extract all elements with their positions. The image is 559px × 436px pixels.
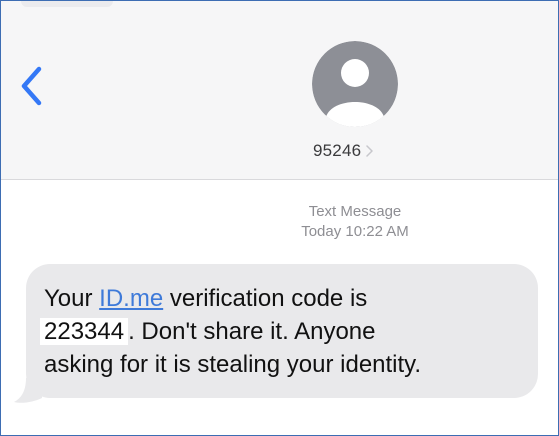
- contact-avatar[interactable]: [312, 41, 398, 127]
- message-after-code: . Don't share it. Anyone: [128, 318, 376, 345]
- person-avatar-icon: [312, 41, 398, 127]
- back-button[interactable]: [15, 61, 49, 111]
- message-after-link: verification code is: [163, 285, 368, 312]
- verification-code[interactable]: 223344: [40, 318, 129, 345]
- conversation-header: 95246: [1, 1, 558, 180]
- message-line-2: 223344. Don't share it. Anyone: [40, 315, 532, 348]
- message-meta: Text Message Today 10:22 AM: [255, 202, 455, 242]
- message-line-3: asking for it is stealing your identity.: [44, 351, 422, 378]
- message-prefix: Your: [44, 285, 100, 312]
- chevron-right-icon: [366, 145, 374, 157]
- service-label: Text Message: [308, 203, 402, 220]
- contact-number: 95246: [313, 141, 362, 160]
- message-text: Your ID.me verification code is 223344. …: [40, 282, 532, 381]
- contact-details-button[interactable]: 95246: [313, 140, 403, 162]
- status-bar-remnant: [21, 1, 113, 7]
- chevron-left-icon: [21, 66, 42, 106]
- message-timestamp: Today 10:22 AM: [301, 223, 409, 240]
- idme-link[interactable]: ID.me: [99, 285, 163, 312]
- message-bubble[interactable]: Your ID.me verification code is 223344. …: [26, 264, 538, 398]
- message-line-1: Your ID.me verification code is: [44, 282, 532, 315]
